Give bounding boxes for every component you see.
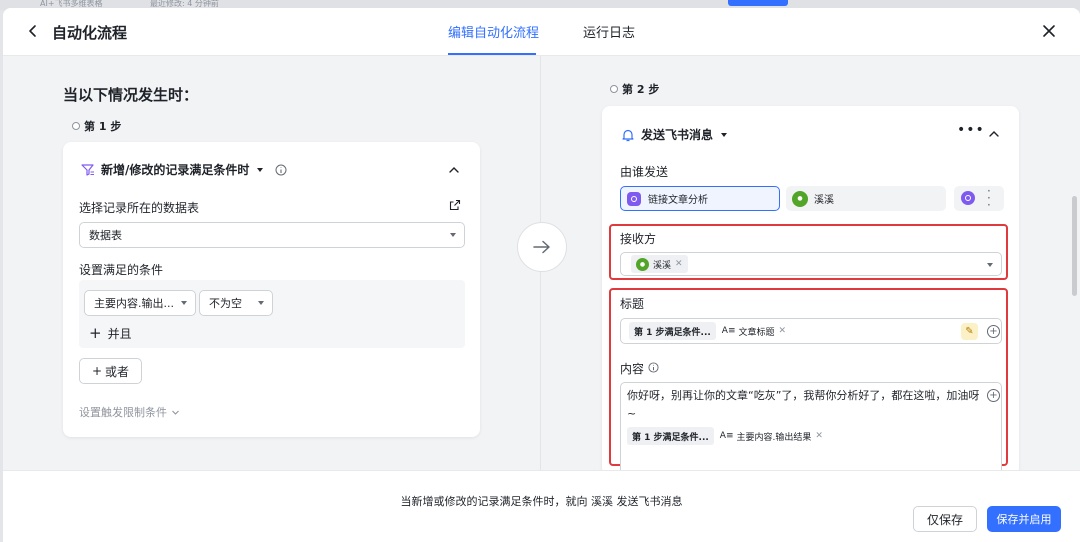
trigger-card: 新增/修改的记录满足条件时 选择记录所在的数据表 数据表 设置满足的条件 主要内… [63,142,480,437]
table-select-value: 数据表 [89,229,122,242]
step-2-text: 第 2 步 [622,83,660,96]
heading-label: 标题 [620,297,645,311]
arrow-right-icon [533,240,550,254]
chevron-down-icon [181,301,187,305]
limit-conditions-link[interactable]: 设置触发限制条件 [79,404,180,420]
scrollbar[interactable] [1072,196,1077,296]
table-label: 选择记录所在的数据表 [79,201,200,215]
add-and-condition-button[interactable]: + 并且 [89,324,132,342]
active-tab-indicator [448,53,536,55]
trigger-header[interactable]: 新增/修改的记录满足条件时 [81,161,287,178]
text-field-icon: A≡ [719,431,734,441]
receiver-tag: ● 溪溪 ✕ [631,255,688,273]
trigger-title: 新增/修改的记录满足条件时 [101,163,250,177]
avatar: ● [636,257,649,271]
collapse-icon[interactable] [988,128,1000,140]
content-input[interactable]: 你好呀，别再让你的文章“吃灰”了，我帮你分析好了，都在这啦，加油呀~ + 第 1… [620,382,1002,476]
back-icon[interactable] [25,23,41,39]
tab-run-log[interactable]: 运行日志 [583,22,635,41]
content-field-text: 主要内容.输出结果 [736,432,812,443]
sender-user-name: 溪溪 [814,195,834,206]
conditions-box: 主要内容.输出... 不为空 + 并且 [79,280,465,348]
plus-icon: + [89,324,102,342]
save-button[interactable]: 仅保存 [913,506,977,532]
dialog-header: 自动化流程 编辑自动化流程 运行日志 [3,8,1080,56]
info-icon[interactable] [648,362,659,373]
step-dot-icon [610,85,618,93]
heading-ref-tag: 第 1 步满足条件... [629,322,716,340]
condition-operator-select[interactable]: 不为空 [199,290,273,316]
step-2-label: 第 2 步 [610,81,659,97]
receiver-tag-text: 溪溪 [653,260,672,271]
add-or-condition-button[interactable]: + 或者 [79,358,142,384]
limit-link-text: 设置触发限制条件 [79,406,167,419]
filter-icon [81,163,94,176]
ai-magic-icon[interactable]: ✎ [961,323,978,340]
or-label: 或者 [105,364,130,379]
avatar: ● [792,190,808,207]
remove-tag-icon[interactable]: ✕ [675,259,683,269]
action-title: 发送飞书消息 [641,128,714,142]
vertical-more-icon: · · · [987,184,991,212]
content-ref-tag: 第 1 步满足条件... [627,427,714,445]
chevron-down-icon [450,233,456,237]
action-dropdown-icon [721,132,728,137]
remove-tag-icon[interactable]: ✕ [815,431,823,441]
step-1-label: 第 1 步 [72,118,121,134]
sender-switch-icon [961,191,975,205]
automation-dialog: 自动化流程 编辑自动化流程 运行日志 当以下情况发生时： 第 1 步 新增/修改… [3,8,1080,542]
action-header[interactable]: 发送飞书消息 [621,126,728,143]
background-button [728,0,788,6]
conditions-label: 设置满足的条件 [79,263,164,277]
robot-icon [627,191,641,206]
content-ref-text: 第 1 步满足条件... [632,432,709,443]
save-and-enable-button[interactable]: 保存并启用 [987,506,1061,532]
open-external-icon[interactable] [449,199,461,211]
sender-label: 由谁发送 [620,165,669,179]
condition-field-select[interactable]: 主要内容.输出... [84,290,196,316]
flow-canvas: 当以下情况发生时： 第 1 步 新增/修改的记录满足条件时 选择记录所在的数据表… [3,56,1080,476]
receiver-select[interactable]: ● 溪溪 ✕ [620,252,1002,276]
info-icon[interactable] [275,164,287,176]
step-dot-icon [72,122,80,130]
sender-more[interactable]: · · · [954,184,1004,212]
content-text: 你好呀，别再让你的文章“吃灰”了，我帮你分析好了，都在这啦，加油呀~ [627,389,980,420]
plus-icon: + [91,364,103,378]
text-field-icon: A≡ [721,326,736,336]
collapse-icon[interactable] [448,164,460,176]
remove-tag-icon[interactable]: ✕ [779,326,787,336]
bell-icon [622,129,634,141]
condition-field-value: 主要内容.输出... [94,297,174,310]
action-card: 发送飞书消息 ••• 由谁发送 链接文章分析 ● 溪溪 · · · 接收方 ● … [602,106,1019,476]
content-field-tag: A≡ 主要内容.输出结果 ✕ [720,430,823,443]
and-label: 并且 [107,326,132,341]
chevron-down-icon [172,410,179,415]
sender-app-option[interactable]: 链接文章分析 [620,186,780,211]
receiver-label: 接收方 [620,232,657,246]
chevron-down-icon [987,263,993,267]
dialog-footer: 当新增或修改的记录满足条件时，就向 溪溪 发送飞书消息 仅保存 保存并启用 [3,470,1080,542]
flow-connector [517,222,567,272]
dialog-title: 自动化流程 [52,24,128,42]
trigger-dropdown-icon [257,167,264,172]
heading-ref-text: 第 1 步满足条件... [634,327,711,338]
table-select[interactable]: 数据表 [79,222,465,248]
chevron-down-icon [258,301,264,305]
insert-field-icon[interactable]: + [987,325,1000,338]
more-options-icon[interactable]: ••• [957,122,985,138]
heading-input[interactable]: 第 1 步满足条件... A≡ 文章标题 ✕ ✎ + [620,318,1002,344]
sender-app-name: 链接文章分析 [648,195,708,206]
condition-operator-value: 不为空 [209,297,242,310]
step-1-text: 第 1 步 [84,120,122,133]
tab-edit-flow[interactable]: 编辑自动化流程 [448,22,539,41]
close-icon[interactable] [1041,23,1057,39]
insert-field-icon[interactable]: + [987,389,1000,402]
heading-field-text: 文章标题 [738,327,775,338]
content-label: 内容 [620,362,645,376]
section-title: 当以下情况发生时： [63,86,199,104]
sender-user-option[interactable]: ● 溪溪 [786,186,946,211]
heading-field-tag: A≡ 文章标题 ✕ [722,325,786,338]
content-tags: 第 1 步满足条件... A≡ 主要内容.输出结果 ✕ [627,427,823,445]
